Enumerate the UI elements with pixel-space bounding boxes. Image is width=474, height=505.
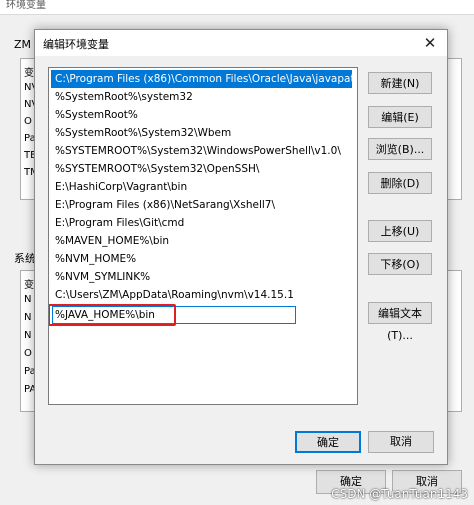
path-row[interactable]: %SystemRoot%\system32 (51, 88, 352, 106)
delete-button[interactable]: 删除(D) (368, 172, 432, 194)
dialog-title: 编辑环境变量 (43, 38, 109, 51)
path-row[interactable]: %NVM_HOME% (51, 250, 352, 268)
path-row-selected[interactable]: C:\Program Files (x86)\Common Files\Orac… (51, 70, 352, 88)
edit-env-var-dialog: 编辑环境变量 ✕ C:\Program Files (x86)\Common F… (34, 29, 448, 465)
path-list[interactable]: C:\Program Files (x86)\Common Files\Orac… (48, 67, 358, 405)
ok-button[interactable]: 确定 (295, 431, 361, 453)
bg-titlebar: 环境变量 (0, 0, 474, 15)
cancel-button[interactable]: 取消 (368, 431, 434, 453)
highlight-frame (49, 304, 176, 326)
path-row[interactable]: E:\Program Files\Git\cmd (51, 214, 352, 232)
bg-window-title: 环境变量 (6, 0, 46, 11)
new-button[interactable]: 新建(N) (368, 72, 432, 94)
move-up-button[interactable]: 上移(U) (368, 220, 432, 242)
path-row-editing[interactable]: %JAVA_HOME%\bin (49, 304, 352, 326)
dialog-titlebar: 编辑环境变量 ✕ (35, 30, 447, 56)
list-item[interactable]: O (24, 116, 32, 127)
edit-button[interactable]: 编辑(E) (368, 106, 432, 128)
watermark: CSDN @TuanTuan1143 (331, 487, 468, 501)
move-down-button[interactable]: 下移(O) (368, 253, 432, 275)
path-row[interactable]: %NVM_SYMLINK% (51, 268, 352, 286)
path-row[interactable]: %SYSTEMROOT%\System32\WindowsPowerShell\… (51, 142, 352, 160)
path-row[interactable]: E:\HashiCorp\Vagrant\bin (51, 178, 352, 196)
close-icon[interactable]: ✕ (417, 32, 443, 54)
path-row[interactable]: %SystemRoot%\System32\Wbem (51, 124, 352, 142)
path-row[interactable]: E:\Program Files (x86)\NetSarang\Xshell7… (51, 196, 352, 214)
edit-text-button[interactable]: 编辑文本(T)... (368, 302, 432, 342)
path-row[interactable]: %MAVEN_HOME%\bin (51, 232, 352, 250)
user-vars-group-label: ZM (14, 38, 32, 51)
path-row[interactable]: C:\Users\ZM\AppData\Roaming\nvm\v14.15.1 (51, 286, 352, 304)
list-item[interactable]: N (24, 312, 31, 323)
browse-button[interactable]: 浏览(B)... (368, 138, 432, 160)
system-vars-group-label: 系统 (14, 252, 36, 265)
list-item[interactable]: N (24, 294, 31, 305)
list-item[interactable]: 变 (24, 64, 34, 79)
path-row[interactable]: %SystemRoot% (51, 106, 352, 124)
list-item[interactable]: O (24, 348, 32, 359)
list-item[interactable]: N (24, 330, 31, 341)
path-row[interactable]: %SYSTEMROOT%\System32\OpenSSH\ (51, 160, 352, 178)
list-item[interactable]: 变 (24, 276, 34, 291)
